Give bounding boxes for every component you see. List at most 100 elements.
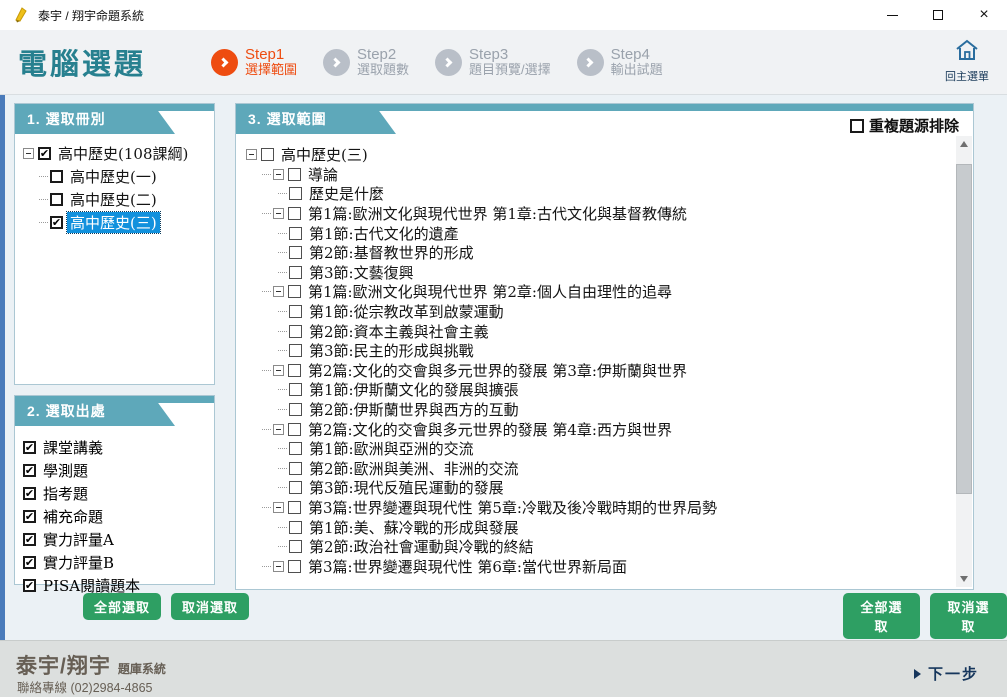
tree-item-label[interactable]: 第3篇:世界變遷與現代性 第6章:當代世界新局面 bbox=[305, 556, 630, 577]
source-checkbox[interactable]: ✔ bbox=[23, 487, 36, 500]
tree-item-label[interactable]: 第2節:資本主義與社會主義 bbox=[306, 321, 492, 342]
tree-checkbox[interactable] bbox=[261, 148, 274, 161]
select-all-sources-button[interactable]: 全部選取 bbox=[83, 593, 161, 620]
tree-checkbox[interactable] bbox=[289, 540, 302, 553]
tree-checkbox[interactable] bbox=[289, 383, 302, 396]
tree-item-label[interactable]: 第3節:文藝復興 bbox=[306, 262, 417, 283]
scrollbar-thumb[interactable] bbox=[956, 164, 972, 494]
tree-item-label[interactable]: 第3節:現代反殖民運動的發展 bbox=[306, 477, 507, 498]
select-all-scope-button[interactable]: 全部選取 bbox=[843, 593, 920, 639]
source-checkbox[interactable]: ✔ bbox=[23, 510, 36, 523]
tree-connector bbox=[262, 566, 271, 567]
tree-item-label[interactable]: 高中歷史(二) bbox=[67, 189, 160, 210]
tree-row: 第1篇:歐洲文化與現代世界 第2章:個人自由理性的追尋 bbox=[242, 282, 969, 302]
tree-connector bbox=[262, 429, 271, 430]
tree-checkbox[interactable] bbox=[289, 481, 302, 494]
tree-row: ✔ 高中歷史(三) bbox=[19, 211, 210, 234]
tree-checkbox[interactable] bbox=[289, 305, 302, 318]
tree-checkbox[interactable] bbox=[289, 187, 302, 200]
chevron-right-icon bbox=[330, 57, 340, 67]
tree-checkbox[interactable] bbox=[288, 560, 301, 573]
tree-checkbox[interactable] bbox=[288, 501, 301, 514]
minimize-button[interactable] bbox=[869, 0, 915, 30]
tree-item-label[interactable]: 第1篇:歐洲文化與現代世界 第2章:個人自由理性的追尋 bbox=[305, 281, 675, 302]
tree-collapse-icon[interactable] bbox=[273, 502, 284, 513]
maximize-button[interactable] bbox=[915, 0, 961, 30]
tree-checkbox[interactable] bbox=[288, 168, 301, 181]
tree-item-label[interactable]: 高中歷史(一) bbox=[67, 166, 160, 187]
tree-item-label[interactable]: 導論 bbox=[305, 164, 341, 185]
tree-collapse-icon[interactable] bbox=[273, 365, 284, 376]
scroll-down-button[interactable] bbox=[956, 571, 972, 587]
tree-row: 第2節:伊斯蘭世界與西方的互動 bbox=[242, 400, 969, 420]
tree-item-label[interactable]: 第2節:政治社會運動與冷戰的終結 bbox=[306, 536, 537, 557]
source-label[interactable]: 實力評量B bbox=[40, 552, 117, 573]
tree-connector bbox=[262, 370, 271, 371]
tree-item-label[interactable]: 第2節:歐洲與美洲、非洲的交流 bbox=[306, 458, 522, 479]
tree-item-label[interactable]: 高中歷史(108課綱) bbox=[55, 143, 191, 164]
tree-checkbox[interactable] bbox=[289, 325, 302, 338]
tree-checkbox[interactable] bbox=[289, 266, 302, 279]
deselect-all-scope-button[interactable]: 取消選取 bbox=[930, 593, 1007, 639]
tree-checkbox[interactable]: ✔ bbox=[50, 216, 63, 229]
tree-item-label[interactable]: 第3篇:世界變遷與現代性 第5章:冷戰及後冷戰時期的世界局勢 bbox=[305, 497, 720, 518]
tree-checkbox[interactable]: ✔ bbox=[38, 147, 51, 160]
tree-checkbox[interactable] bbox=[288, 364, 301, 377]
tree-checkbox[interactable] bbox=[50, 170, 63, 183]
tree-checkbox[interactable] bbox=[289, 227, 302, 240]
source-checkbox[interactable]: ✔ bbox=[23, 441, 36, 454]
next-step-button[interactable]: 下一步 bbox=[914, 663, 979, 684]
tree-row: 第1節:美、蘇冷戰的形成與發展 bbox=[242, 517, 969, 537]
tree-collapse-icon[interactable] bbox=[273, 561, 284, 572]
tree-checkbox[interactable] bbox=[289, 246, 302, 259]
tree-item-label[interactable]: 第3節:民主的形成與挑戰 bbox=[306, 340, 477, 361]
tree-item-label[interactable]: 第2節:伊斯蘭世界與西方的互動 bbox=[306, 399, 522, 420]
tree-item-label[interactable]: 高中歷史(三) bbox=[67, 212, 160, 233]
chevron-right-icon bbox=[584, 57, 594, 67]
tree-checkbox[interactable] bbox=[288, 423, 301, 436]
tree-item-label[interactable]: 第1節:從宗教改革到啟蒙運動 bbox=[306, 301, 507, 322]
tree-checkbox[interactable] bbox=[289, 462, 302, 475]
tree-item-label[interactable]: 第2篇:文化的交會與多元世界的發展 第4章:西方與世界 bbox=[305, 419, 675, 440]
tree-checkbox[interactable] bbox=[289, 344, 302, 357]
source-checkbox[interactable]: ✔ bbox=[23, 464, 36, 477]
tree-item-label[interactable]: 第1節:伊斯蘭文化的發展與擴張 bbox=[306, 379, 522, 400]
source-label[interactable]: 課堂講義 bbox=[40, 437, 106, 458]
source-label[interactable]: 指考題 bbox=[40, 483, 91, 504]
tree-collapse-icon[interactable] bbox=[273, 286, 284, 297]
tree-connector bbox=[262, 213, 271, 214]
tree-item-label[interactable]: 第2篇:文化的交會與多元世界的發展 第3章:伊斯蘭與世界 bbox=[305, 360, 690, 381]
source-label[interactable]: 補充命題 bbox=[40, 506, 106, 527]
tree-item-label[interactable]: 第1節:歐洲與亞洲的交流 bbox=[306, 438, 477, 459]
dedupe-checkbox[interactable] bbox=[850, 119, 864, 133]
close-button[interactable]: × bbox=[961, 0, 1007, 30]
source-checkbox[interactable]: ✔ bbox=[23, 556, 36, 569]
step-name: Step3 bbox=[469, 46, 551, 63]
tree-checkbox[interactable] bbox=[289, 521, 302, 534]
home-button[interactable]: 回主選單 bbox=[937, 38, 997, 84]
deselect-all-sources-button[interactable]: 取消選取 bbox=[171, 593, 249, 620]
tree-collapse-icon[interactable] bbox=[273, 208, 284, 219]
tree-collapse-icon[interactable] bbox=[246, 149, 257, 160]
source-checkbox[interactable]: ✔ bbox=[23, 533, 36, 546]
tree-checkbox[interactable] bbox=[289, 403, 302, 416]
source-label[interactable]: 學測題 bbox=[40, 460, 91, 481]
tree-connector bbox=[278, 409, 287, 410]
source-label[interactable]: 實力評量A bbox=[40, 529, 117, 550]
tree-collapse-icon[interactable] bbox=[273, 424, 284, 435]
tree-collapse-icon[interactable] bbox=[23, 148, 34, 159]
tree-item-label[interactable]: 歷史是什麼 bbox=[306, 183, 387, 204]
tree-item-label[interactable]: 第1節:古代文化的遺產 bbox=[306, 223, 462, 244]
tree-collapse-icon[interactable] bbox=[273, 169, 284, 180]
tree-checkbox[interactable] bbox=[289, 442, 302, 455]
tree-checkbox[interactable] bbox=[288, 207, 301, 220]
tree-checkbox[interactable] bbox=[288, 285, 301, 298]
tree-item-label[interactable]: 第2節:基督教世界的形成 bbox=[306, 242, 477, 263]
tree-item-label[interactable]: 第1節:美、蘇冷戰的形成與發展 bbox=[306, 517, 522, 538]
tree-item-label[interactable]: 高中歷史(三) bbox=[278, 144, 371, 165]
scroll-up-button[interactable] bbox=[956, 136, 972, 152]
tree-item-label[interactable]: 第1篇:歐洲文化與現代世界 第1章:古代文化與基督教傳統 bbox=[305, 203, 690, 224]
tree-checkbox[interactable] bbox=[50, 193, 63, 206]
source-checkbox[interactable]: ✔ bbox=[23, 579, 36, 592]
scope-tree-scrollbar[interactable] bbox=[956, 136, 972, 587]
